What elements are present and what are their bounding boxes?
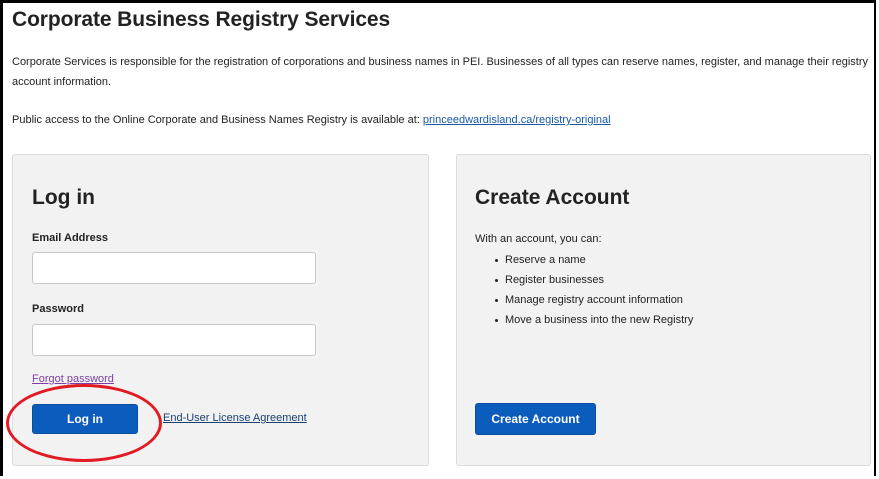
create-account-intro: With an account, you can: <box>475 233 602 245</box>
eula-link[interactable]: End-User License Agreement <box>163 412 307 424</box>
list-item: Manage registry account information <box>494 290 693 310</box>
login-button[interactable]: Log in <box>32 404 138 434</box>
public-access-paragraph: Public access to the Online Corporate an… <box>12 114 611 126</box>
email-label: Email Address <box>32 232 109 244</box>
email-field[interactable] <box>32 252 316 284</box>
registry-original-link[interactable]: princeedwardisland.ca/registry-original <box>423 114 611 126</box>
public-access-text: Public access to the Online Corporate an… <box>12 114 423 126</box>
create-account-heading: Create Account <box>475 186 630 209</box>
forgot-password-link[interactable]: Forgot password <box>32 373 114 385</box>
login-heading: Log in <box>32 186 95 209</box>
list-item: Move a business into the new Registry <box>494 310 693 330</box>
page-title: Corporate Business Registry Services <box>12 8 391 31</box>
create-account-button[interactable]: Create Account <box>475 403 596 435</box>
list-item: Reserve a name <box>494 250 693 270</box>
password-label: Password <box>32 303 84 315</box>
intro-paragraph: Corporate Services is responsible for th… <box>12 56 868 88</box>
password-field[interactable] <box>32 324 316 356</box>
benefits-list: Reserve a name Register businesses Manag… <box>485 250 693 330</box>
create-account-panel: Create Account With an account, you can:… <box>456 154 871 466</box>
list-item: Register businesses <box>494 270 693 290</box>
login-panel: Log in Email Address Password Forgot pas… <box>12 154 429 466</box>
